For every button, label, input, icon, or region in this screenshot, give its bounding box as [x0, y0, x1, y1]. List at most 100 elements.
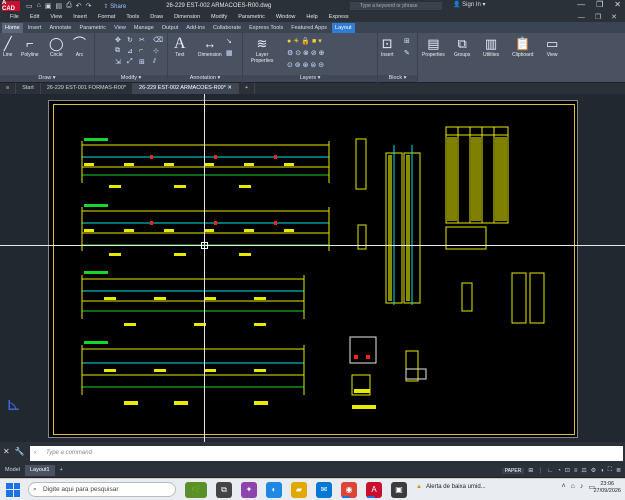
layer-match-icon[interactable]: ⊙ ⊚ ⊛ ⊜ ⊝: [287, 61, 324, 69]
print-icon[interactable]: ⎙: [66, 2, 72, 10]
block-group-label[interactable]: Block ▾: [378, 75, 417, 82]
ribbon-tab-express-tools[interactable]: Express Tools: [246, 23, 286, 33]
layers-group-label[interactable]: Layers ▾: [243, 75, 377, 82]
offset-icon[interactable]: ⫽: [153, 58, 156, 66]
workspace-icon[interactable]: ⚙: [591, 467, 596, 474]
ribbon-tab-view[interactable]: View: [111, 23, 129, 33]
file-tab-start[interactable]: Start: [16, 83, 41, 94]
tray-chevron-icon[interactable]: ˄: [562, 483, 566, 491]
menu-tools[interactable]: Tools: [126, 14, 139, 20]
view-tool[interactable]: ▭ View: [546, 36, 558, 58]
layer-tools-icon[interactable]: ⚙ ⊙ ⊗ ⊘ ⊕: [287, 49, 325, 57]
menu-express[interactable]: Express: [329, 14, 349, 20]
network-icon[interactable]: ⌂: [571, 483, 575, 491]
customize-icon[interactable]: 🔧: [15, 447, 25, 456]
ribbon-tab-annotate[interactable]: Annotate: [46, 23, 74, 33]
modify-group-label[interactable]: Modify ▾: [95, 75, 167, 82]
menu-dimension[interactable]: Dimension: [174, 14, 200, 20]
add-layout-button[interactable]: +: [55, 465, 68, 476]
trim-icon[interactable]: ✂: [139, 36, 145, 44]
doc-restore-icon[interactable]: ❐: [595, 13, 601, 21]
ribbon-tab-manage[interactable]: Manage: [131, 23, 157, 33]
sign-in-button[interactable]: 👤 Sign In ▾: [453, 1, 486, 8]
table-icon[interactable]: ▦: [226, 49, 233, 57]
create-block-icon[interactable]: ⊞: [404, 37, 410, 45]
ribbon-tab-parametric[interactable]: Parametric: [76, 23, 109, 33]
volume-icon[interactable]: ♪: [580, 483, 584, 491]
text-tool[interactable]: A Text: [174, 36, 186, 59]
copy-icon[interactable]: ⧉: [115, 47, 120, 55]
windows-start-icon[interactable]: [6, 482, 20, 497]
arc-tool[interactable]: ⌒ Arc: [73, 36, 86, 58]
task-view-icon[interactable]: ⧉: [216, 481, 232, 498]
new-icon[interactable]: ▭: [26, 2, 33, 10]
undo-icon[interactable]: ↶: [76, 2, 82, 10]
doc-close-icon[interactable]: ✕: [611, 13, 617, 21]
rotate-icon[interactable]: ↻: [127, 36, 133, 44]
ortho-icon[interactable]: ∟: [547, 468, 553, 474]
menu-window[interactable]: Window: [276, 14, 296, 20]
ribbon-tab-layout[interactable]: Layout: [332, 23, 355, 33]
menu-format[interactable]: Format: [98, 14, 115, 20]
menu-parametric[interactable]: Parametric: [238, 14, 265, 20]
ribbon-tab-output[interactable]: Output: [159, 23, 182, 33]
weather-notification[interactable]: ▲ Alerta de baixa umid...: [416, 484, 486, 490]
layout-tab-layout1[interactable]: Layout1: [24, 465, 55, 476]
open-icon[interactable]: ⌂: [37, 2, 41, 10]
leader-icon[interactable]: ↘: [226, 37, 232, 45]
command-input[interactable]: › Type a command: [30, 446, 623, 461]
move-icon[interactable]: ✥: [115, 36, 121, 44]
line-tool[interactable]: ╱ Line: [3, 36, 12, 58]
snap-icon[interactable]: ⋮: [537, 467, 543, 474]
lineweight-icon[interactable]: ≡: [574, 468, 578, 474]
explode-icon[interactable]: ⊹: [153, 47, 159, 55]
stretch-icon[interactable]: ⇲: [115, 58, 121, 66]
app-logo[interactable]: A CAD: [2, 0, 20, 12]
ribbon-tab-collaborate[interactable]: Collaborate: [210, 23, 244, 33]
file-tab-armacoes[interactable]: 26-229 EST-002 ARMACOES-R00* ✕: [133, 83, 239, 94]
copilot-icon[interactable]: ✦: [241, 481, 257, 498]
close-icon[interactable]: ✕: [614, 0, 621, 9]
draw-group-label[interactable]: Draw ▾: [0, 75, 94, 82]
mirror-icon[interactable]: ⊿: [127, 47, 133, 55]
file-explorer-icon[interactable]: ▰: [291, 481, 307, 498]
tab-close-icon[interactable]: ✕: [227, 85, 232, 91]
osnap-icon[interactable]: ⊡: [565, 467, 570, 474]
ribbon-tab-add-ins[interactable]: Add-ins: [183, 23, 208, 33]
layer-state-icon[interactable]: ● ☀ 🔒 ■ ▾: [287, 37, 322, 45]
circle-tool[interactable]: ◯ Circle: [49, 36, 64, 58]
customization-icon[interactable]: ≣: [616, 467, 621, 474]
taskbar-clock[interactable]: 23:06 27/09/2026: [593, 481, 621, 495]
ribbon-tab-featured-apps[interactable]: Featured Apps: [288, 23, 330, 33]
dimension-tool[interactable]: ↔ Dimension: [198, 36, 222, 58]
insert-tool[interactable]: ⊡ Insert: [381, 36, 394, 58]
redo-icon[interactable]: ↷: [86, 2, 92, 10]
edit-block-icon[interactable]: ✎: [404, 49, 410, 57]
properties-tool[interactable]: ▤ Properties: [422, 36, 445, 58]
taskbar-search-input[interactable]: ⌕ Digite aqui para pesquisar: [28, 482, 176, 497]
drawing-canvas[interactable]: ⊾: [0, 94, 625, 442]
doc-minimize-icon[interactable]: —: [578, 14, 585, 21]
menu-modify[interactable]: Modify: [211, 14, 227, 20]
array-icon[interactable]: ⊞: [139, 58, 145, 66]
annotation-scale-icon[interactable]: ⚖: [581, 467, 586, 474]
new-tab-button[interactable]: +: [239, 83, 256, 94]
edge-icon[interactable]: ◐: [266, 481, 282, 498]
widget-icon[interactable]: 🌿: [185, 481, 207, 498]
scale-icon[interactable]: ⤢: [127, 58, 133, 66]
menu-insert[interactable]: Insert: [73, 14, 87, 20]
close-command-icon[interactable]: ✕: [3, 447, 10, 456]
clipboard-tool[interactable]: 📋 Clipboard: [512, 36, 533, 58]
save-icon[interactable]: ▣: [45, 2, 52, 10]
erase-icon[interactable]: ⌫: [153, 36, 163, 44]
menu-file[interactable]: File: [10, 14, 19, 20]
polyline-tool[interactable]: ⌐ Polyline: [21, 36, 39, 58]
maximize-icon[interactable]: ❐: [596, 0, 603, 9]
layer-properties-tool[interactable]: ≋ Layer Properties: [247, 36, 277, 64]
file-tab-formas[interactable]: 26-229 EST-001 FORMAS-R00*: [41, 83, 134, 94]
annotation-group-label[interactable]: Annotation ▾: [168, 75, 242, 82]
outlook-icon[interactable]: ✉: [316, 481, 332, 498]
viewport[interactable]: [53, 104, 575, 435]
layout-tab-model[interactable]: Model: [0, 465, 25, 476]
menu-draw[interactable]: Draw: [150, 14, 163, 20]
